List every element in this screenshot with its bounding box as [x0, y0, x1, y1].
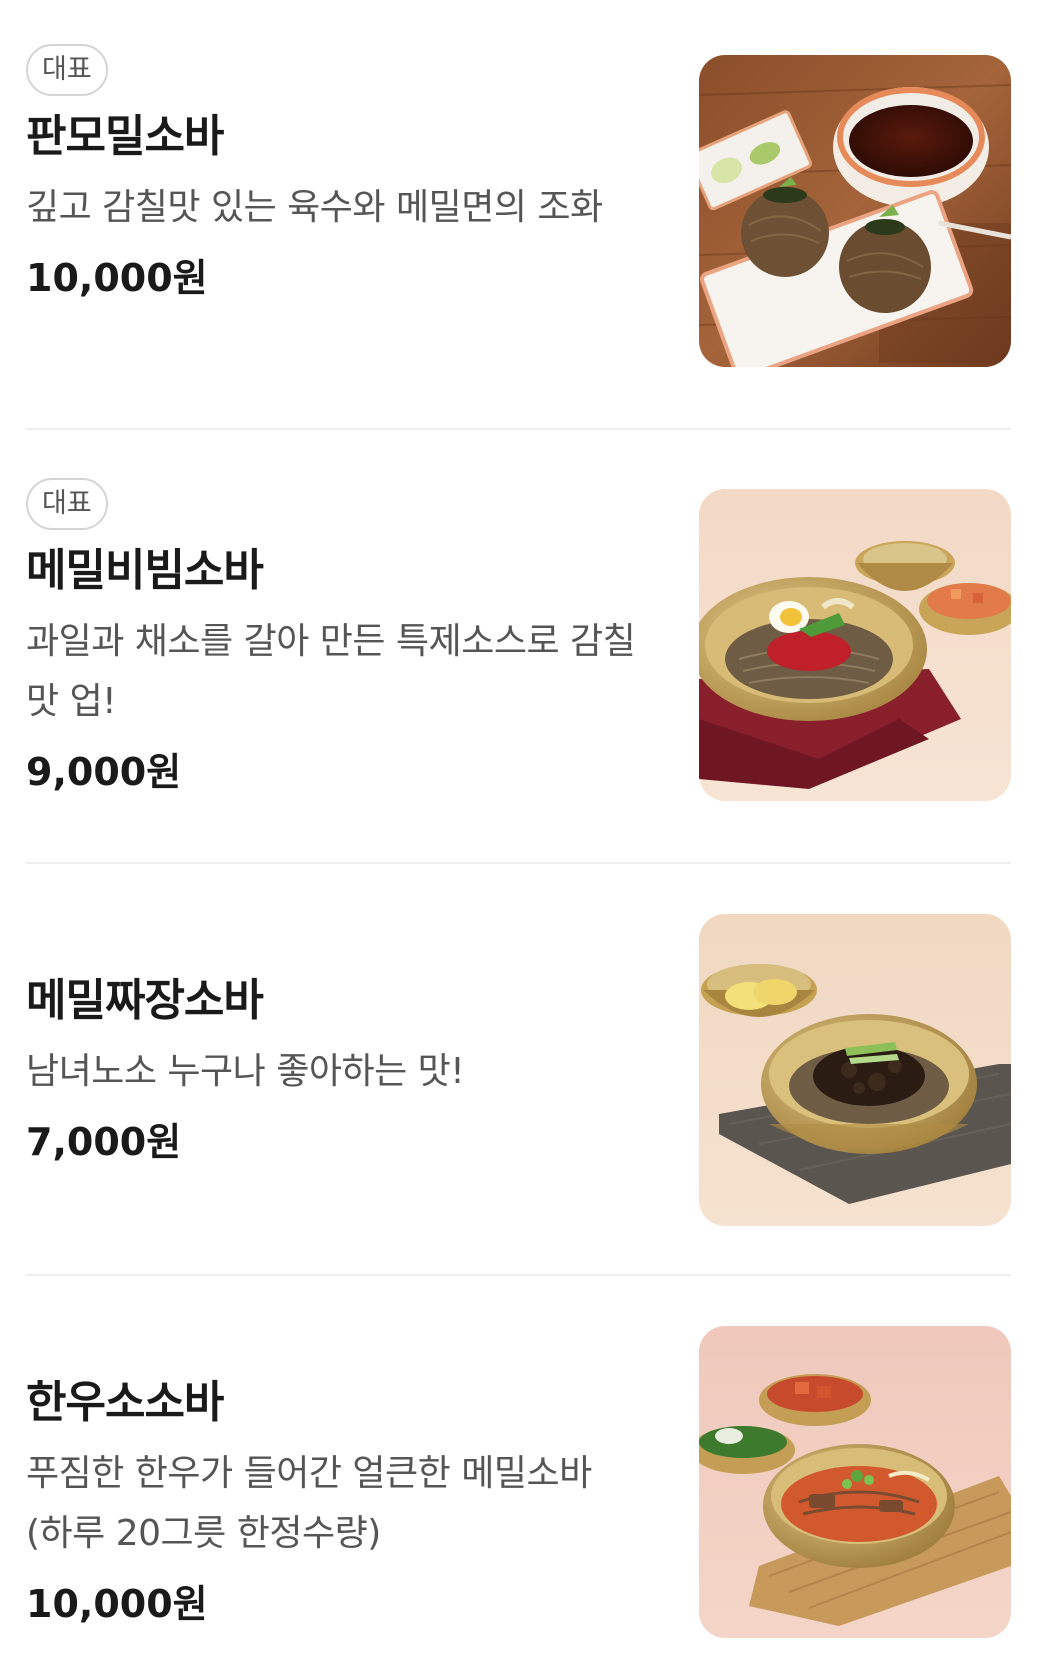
menu-list: 대표 판모밀소바 깊고 감칠맛 있는 육수와 메밀면의 조화 10,000원 대… [0, 0, 1037, 1680]
menu-item-name: 메밀짜장소바 [26, 975, 264, 1026]
zaru-soba-photo[interactable] [699, 55, 1011, 367]
signature-badge: 대표 [26, 44, 108, 96]
menu-item-price: 9,000원 [26, 750, 182, 794]
menu-item-description: 깊고 감칠맛 있는 육수와 메밀면의 조화 [26, 187, 603, 228]
menu-item-price: 7,000원 [26, 1120, 182, 1164]
menu-item-price: 10,000원 [26, 1582, 208, 1626]
signature-badge: 대표 [26, 478, 108, 530]
bibim-soba-photo[interactable] [699, 489, 1011, 801]
menu-item-description: 남녀노소 누구나 좋아하는 맛! [26, 1051, 465, 1092]
menu-item-name: 판모밀소바 [26, 111, 224, 162]
menu-item-text: 대표 판모밀소바 깊고 감칠맛 있는 육수와 메밀면의 조화 10,000원 [26, 44, 646, 306]
hanwoo-soba-photo[interactable] [699, 1326, 1011, 1638]
menu-item-bibim-soba[interactable]: 대표 메밀비빔소바 과일과 채소를 갈아 만든 특제소스로 감칠맛 업! 9,0… [26, 430, 1011, 864]
menu-item-description: 푸짐한 한우가 들어간 얼큰한 메밀소바 (하루 20그릇 한정수량) [26, 1453, 592, 1554]
menu-item-name: 메밀비빔소바 [26, 545, 264, 596]
menu-item-text: 한우소소바 푸짐한 한우가 들어간 얼큰한 메밀소바 (하루 20그릇 한정수량… [26, 1372, 646, 1632]
menu-item-name: 한우소소바 [26, 1377, 224, 1428]
menu-item-text: 대표 메밀비빔소바 과일과 채소를 갈아 만든 특제소스로 감칠맛 업! 9,0… [26, 478, 646, 800]
menu-item-pan-soba[interactable]: 대표 판모밀소바 깊고 감칠맛 있는 육수와 메밀면의 조화 10,000원 [26, 0, 1011, 430]
menu-item-text: 메밀짜장소바 남녀노소 누구나 좋아하는 맛! 7,000원 [26, 970, 646, 1170]
menu-item-price: 10,000원 [26, 256, 208, 300]
menu-item-hanwoo-soba[interactable]: 한우소소바 푸짐한 한우가 들어간 얼큰한 메밀소바 (하루 20그릇 한정수량… [26, 1276, 1011, 1680]
menu-item-jjajang-soba[interactable]: 메밀짜장소바 남녀노소 누구나 좋아하는 맛! 7,000원 [26, 864, 1011, 1276]
jjajang-soba-photo[interactable] [699, 914, 1011, 1226]
menu-item-description: 과일과 채소를 갈아 만든 특제소스로 감칠맛 업! [26, 621, 636, 722]
